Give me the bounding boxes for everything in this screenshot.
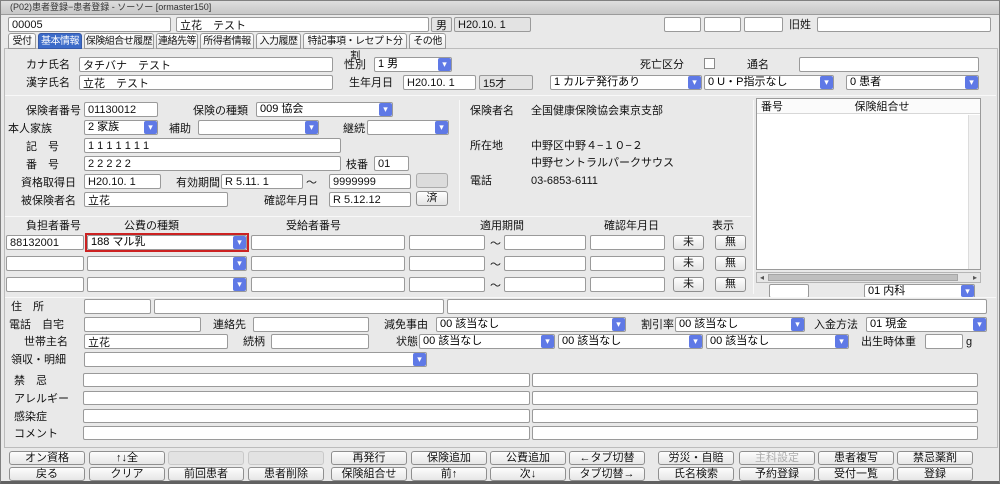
reception-list-button[interactable]: 受付一覧 xyxy=(818,467,894,481)
tab-switch-right-button[interactable]: タブ切替→ xyxy=(569,467,645,481)
tab-uketsuke[interactable]: 受付 xyxy=(8,33,36,49)
previous-patient-button[interactable]: 前回患者 xyxy=(168,467,244,481)
patient-sex-field xyxy=(431,17,452,32)
tab-switch-left-button[interactable]: ←タブ切替 xyxy=(569,451,645,465)
title-bar: (P02)患者登録−患者登録 - ソーソー [ormaster150] xyxy=(1,1,999,15)
name-search-button[interactable]: 氏名検索 xyxy=(658,467,734,481)
reservation-button[interactable]: 予約登録 xyxy=(739,467,815,481)
patient-name-field[interactable] xyxy=(176,17,429,32)
reissue-button[interactable]: 再発行 xyxy=(331,451,407,465)
header-small-field-2[interactable] xyxy=(704,17,741,32)
patient-registration-window: (P02)患者登録−患者登録 - ソーソー [ormaster150] 旧姓 受… xyxy=(0,0,1000,484)
patient-birthdate-field xyxy=(454,17,531,32)
tab-content-panel xyxy=(4,48,998,448)
rousai-jibai-button[interactable]: 労災・自賠 xyxy=(658,451,734,465)
back-button[interactable]: 戻る xyxy=(9,467,85,481)
tab-hoken-kumiawase-rireki[interactable]: 保険組合せ履歴 xyxy=(84,33,154,49)
previous-button[interactable]: 前↑ xyxy=(411,467,487,481)
updown-all-button[interactable]: ↑↓全 xyxy=(89,451,165,465)
add-insurance-button[interactable]: 保険追加 xyxy=(411,451,487,465)
header-small-field-3[interactable] xyxy=(744,17,783,32)
online-eligibility-button[interactable]: オン資格 xyxy=(9,451,85,465)
old-name-field[interactable] xyxy=(817,17,991,32)
copy-patient-button[interactable]: 患者複写 xyxy=(818,451,894,465)
tab-renrakusaki[interactable]: 連絡先等 xyxy=(156,33,198,49)
tab-tokki-jiko[interactable]: 特記事項・レセプト分割 xyxy=(303,33,407,49)
clear-button[interactable]: クリア xyxy=(89,467,165,481)
tab-nyuryoku-rireki[interactable]: 入力履歴 xyxy=(256,33,301,49)
register-button[interactable]: 登録 xyxy=(897,467,973,481)
delete-patient-button[interactable]: 患者削除 xyxy=(248,467,324,481)
old-name-label: 旧姓 xyxy=(789,19,811,31)
next-button[interactable]: 次↓ xyxy=(490,467,566,481)
main-dept-setting-button: 主科設定 xyxy=(739,451,815,465)
insurance-combination-button[interactable]: 保険組合せ xyxy=(331,467,407,481)
contraindicated-drug-button[interactable]: 禁忌薬剤 xyxy=(897,451,973,465)
add-kohi-button[interactable]: 公費追加 xyxy=(490,451,566,465)
tab-shotokusha-joho[interactable]: 所得者情報 xyxy=(200,33,254,49)
tab-sonota[interactable]: その他 xyxy=(409,33,446,49)
window-title: (P02)患者登録−患者登録 - ソーソー [ormaster150] xyxy=(10,2,211,12)
patient-id-field[interactable] xyxy=(8,17,171,32)
empty-slot xyxy=(248,451,324,465)
tab-kihon-joho[interactable]: 基本情報 xyxy=(38,33,82,49)
empty-slot xyxy=(168,451,244,465)
header-small-field-1[interactable] xyxy=(664,17,701,32)
